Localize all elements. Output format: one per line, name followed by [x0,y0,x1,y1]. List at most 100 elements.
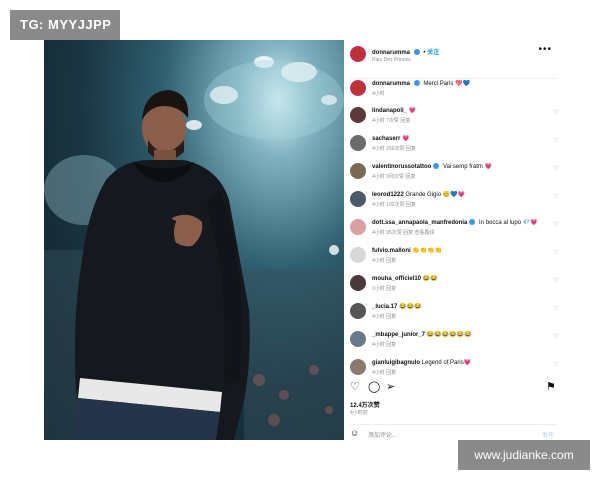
watermark-top-left: TG: MYYJJPP [10,10,120,40]
comment-meta: 4小时 回复 [372,342,397,348]
comment-username[interactable]: _mbappe_junior_7 [372,332,425,338]
post-time: 4小时前 [350,410,368,416]
caption: donnarumma Merci Paris 💖💙 4小时 [350,76,556,102]
comment-username[interactable]: gianluigibagnulo [372,360,420,366]
likes-count[interactable]: 12.4万次赞 [350,400,380,409]
comment-text: 💗 [402,136,410,142]
comment-line: _mbappe_junior_7 😂😂😂😂😂😂 [372,331,472,338]
avatar[interactable] [350,331,366,347]
avatar[interactable] [350,247,366,263]
comment-meta: 4小时 7次赞 回复 [372,118,411,124]
comment-line: sachaserr 💗 [372,135,410,142]
like-comment-icon[interactable]: ♡ [553,221,558,228]
comment-line: fulvio.malloni 👏👏👏👏 [372,247,442,254]
comment-meta: 4小时 回复 [372,314,397,320]
comment-text: Grande Gigio 😊💙💗 [405,192,466,198]
comment-username[interactable]: sachaserr [372,136,400,142]
comment-icon[interactable]: ◯ [368,380,380,393]
post-header: donnarumma • 关注 Parc Des Princes ••• [350,40,556,79]
comment-meta: 4小时 266次赞 回复 [372,146,416,152]
comment-item: gianluigibagnulo Legend of Paris💗 4小时 回复… [350,355,558,381]
comment-item: mouha_officiel10 😂😂 1小时 回复 ♡ [350,271,558,297]
comment-line: _lucia.17 😂😂😂 [372,303,421,310]
like-icon[interactable]: ♡ [350,380,360,393]
share-icon[interactable]: ➢ [386,380,395,393]
like-comment-icon[interactable]: ♡ [553,193,558,200]
header-user-line: donnarumma • 关注 [372,47,439,56]
post-comment-button[interactable]: 发布 [542,430,554,439]
comment-username[interactable]: mouha_officiel10 [372,276,421,282]
like-comment-icon[interactable]: ♡ [553,333,558,340]
verified-icon [413,49,420,56]
comment-text: 😂😂😂😂😂😂 [426,332,472,338]
comment-meta: 4小时 3列次赞 回复 [372,174,416,180]
comment-line: gianluigibagnulo Legend of Paris💗 [372,359,471,366]
comment-text: In bocca al lupo 💎💗 [479,220,538,226]
like-comment-icon[interactable]: ♡ [553,137,558,144]
comment-meta: 1小时 回复 [372,286,397,292]
verified-icon [433,163,440,170]
comment-meta: 4小时 回复 [372,370,397,376]
comment-item: valentinorussotattoo Vai semp fratm 💗 4小… [350,159,558,185]
comment-line: lindanapoli_ 💗 [372,107,416,114]
emoji-icon[interactable]: ☺ [350,428,359,438]
avatar[interactable] [350,359,366,375]
comment-text: 👏👏👏👏 [412,248,443,254]
post-photo[interactable] [44,40,344,440]
instagram-post: donnarumma • 关注 Parc Des Princes ••• don… [44,40,558,441]
comment-text: Legend of Paris💗 [421,360,472,366]
caption-time: 4小时 [372,91,385,97]
add-comment-bar: ☺ 添加评论... 发布 [350,424,556,441]
avatar[interactable] [350,275,366,291]
comment-meta: 4小时 102次赞 回复 [372,202,416,208]
comment-line: mouha_officiel10 😂😂 [372,275,438,282]
comment-item: leorod1222 Grande Gigio 😊💙💗 4小时 102次赞 回复… [350,187,558,213]
avatar[interactable] [350,135,366,151]
follow-button[interactable]: 关注 [427,50,439,56]
avatar[interactable] [350,303,366,319]
comment-meta: 4小时 95次赞 回复 查看翻译 [372,230,435,236]
comment-username[interactable]: leorod1222 [372,192,404,198]
comment-text: 😂😂 [422,276,438,282]
avatar[interactable] [350,191,366,207]
dot-separator: • [423,50,426,56]
comment-username[interactable]: lindanapoli_ [372,108,407,114]
caption-line: donnarumma Merci Paris 💖💙 [372,80,470,87]
comment-item: fulvio.malloni 👏👏👏👏 4小时 回复 ♡ [350,243,558,269]
comment-text: 💗 [408,108,417,114]
avatar[interactable] [350,80,366,96]
comment-text: 😂😂😂 [399,304,422,310]
comment-meta: 4小时 回复 [372,258,397,264]
more-options-icon[interactable]: ••• [538,44,552,55]
avatar[interactable] [350,46,366,62]
action-bar: ♡ ◯ ➢ ⚑ [350,380,556,396]
verified-icon [469,219,476,226]
like-comment-icon[interactable]: ♡ [553,109,558,116]
caption-username[interactable]: donnarumma [372,81,410,87]
post-side-panel: donnarumma • 关注 Parc Des Princes ••• don… [344,40,558,441]
like-comment-icon[interactable]: ♡ [553,361,558,368]
stadium-photo-illustration [44,56,344,440]
comment-username[interactable]: valentinorussotattoo [372,164,431,170]
like-comment-icon[interactable]: ♡ [553,249,558,256]
comment-username[interactable]: fulvio.malloni [372,248,411,254]
save-icon[interactable]: ⚑ [546,380,556,393]
avatar[interactable] [350,163,366,179]
comment-line: valentinorussotattoo Vai semp fratm 💗 [372,163,492,170]
comment-line: leorod1222 Grande Gigio 😊💙💗 [372,191,465,198]
header-username[interactable]: donnarumma [372,50,410,56]
comment-item: dott.ssa_annapaola_manfredonia In bocca … [350,215,558,241]
like-comment-icon[interactable]: ♡ [553,277,558,284]
comment-item: sachaserr 💗 4小时 266次赞 回复 ♡ [350,131,558,157]
comment-username[interactable]: _lucia.17 [372,304,397,310]
comment-item: lindanapoli_ 💗 4小时 7次赞 回复 ♡ [350,103,558,129]
comment-item: _mbappe_junior_7 😂😂😂😂😂😂 4小时 回复 ♡ [350,327,558,353]
avatar[interactable] [350,107,366,123]
avatar[interactable] [350,219,366,235]
like-comment-icon[interactable]: ♡ [553,305,558,312]
comment-input[interactable]: 添加评论... [368,430,397,439]
location-link[interactable]: Parc Des Princes [372,57,411,63]
player-figure [74,90,250,440]
like-comment-icon[interactable]: ♡ [553,165,558,172]
comment-username[interactable]: dott.ssa_annapaola_manfredonia [372,220,467,226]
